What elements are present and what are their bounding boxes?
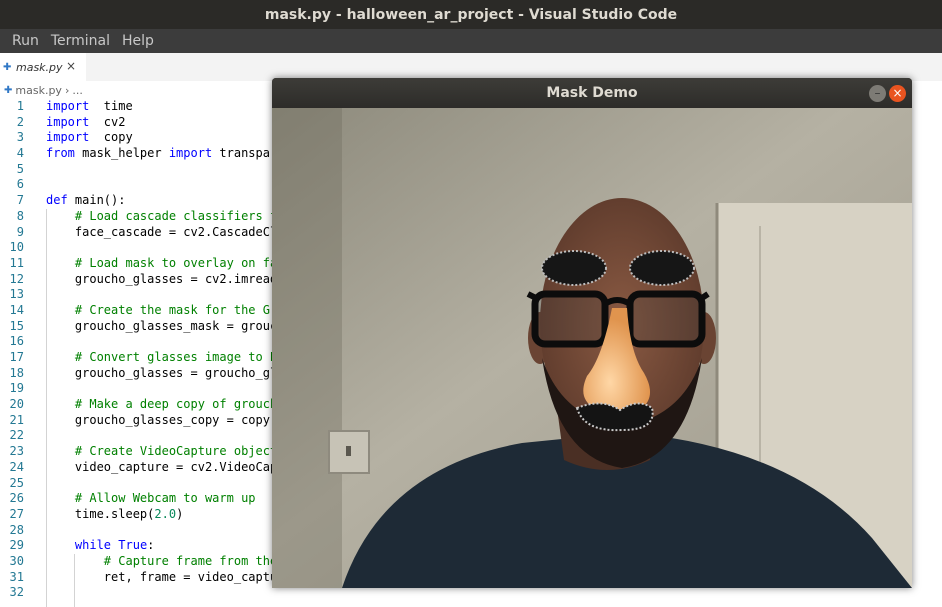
line-number: 22 — [9, 428, 24, 443]
line-number: 29 — [9, 538, 24, 553]
line-number: 6 — [16, 177, 24, 192]
line-number: 16 — [9, 334, 24, 349]
close-icon[interactable]: × — [889, 85, 906, 102]
line-number: 23 — [9, 444, 24, 459]
line-number: 9 — [16, 224, 24, 239]
line-number: 31 — [9, 569, 24, 584]
code-token: # Convert glasses image to BGR — [74, 350, 292, 364]
line-number: 12 — [9, 271, 24, 286]
line-number: 24 — [9, 459, 24, 474]
menu-run[interactable]: Run — [6, 33, 45, 49]
code-token: # Load cascade classifiers for — [74, 208, 292, 223]
line-number: 30 — [9, 553, 24, 568]
line-number: 8 — [16, 208, 24, 223]
line-number: 26 — [9, 491, 24, 506]
breadcrumb-separator: › — [64, 83, 70, 97]
code-token: main(): — [67, 193, 126, 208]
line-number: 4 — [16, 146, 24, 161]
code-token: mask_helper — [74, 146, 169, 161]
minimize-icon[interactable]: – — [869, 85, 886, 102]
indent-guide — [74, 554, 75, 607]
line-number: 13 — [9, 287, 24, 302]
breadcrumb-rest[interactable]: ... — [72, 84, 83, 97]
line-number: 25 — [9, 475, 24, 490]
python-file-icon: ✚ — [3, 61, 12, 73]
code-token: face_cascade = cv2.CascadeClas — [46, 224, 292, 239]
code-token: groucho_glasses = groucho_glas — [46, 365, 292, 380]
code-token: # Create VideoCapture object — [74, 444, 278, 459]
line-number: 21 — [9, 412, 24, 427]
code-token: True — [118, 538, 148, 553]
code-token: import — [46, 114, 90, 129]
code-token: : — [147, 538, 155, 553]
line-number: 10 — [9, 240, 24, 255]
code-token: groucho_glasses_copy = copy.de — [46, 412, 292, 427]
code-token: groucho_glasses = cv2.imread( — [46, 271, 285, 286]
code-token: import — [168, 146, 213, 161]
line-number: 2 — [16, 114, 24, 129]
line-number: 1 — [16, 99, 24, 113]
code-token: groucho_glasses_mask = groucho — [46, 318, 292, 333]
code-token: import — [46, 99, 90, 113]
line-number: 5 — [16, 161, 24, 176]
python-file-icon: ✚ — [4, 84, 13, 96]
indent-guide — [46, 209, 47, 607]
breadcrumb-file[interactable]: mask.py — [15, 84, 62, 97]
tab-strip: ✚ mask.py × — [0, 53, 942, 81]
tab-mask-py[interactable]: ✚ mask.py × — [0, 53, 86, 81]
webcam-frame — [272, 108, 912, 588]
window-titlebar: mask.py - halloween_ar_project - Visual … — [0, 0, 942, 29]
line-number: 28 — [9, 522, 24, 537]
menu-terminal[interactable]: Terminal — [45, 33, 116, 49]
code-token: time — [89, 99, 133, 113]
code-token: ret, frame = video_captur — [46, 569, 285, 584]
left-eyebrow — [541, 250, 607, 286]
menu-bar: Run Terminal Help — [0, 29, 942, 53]
code-token: def — [46, 193, 68, 208]
line-number: 11 — [9, 255, 24, 270]
code-token: cv2 — [89, 114, 126, 129]
code-token: ) — [176, 506, 184, 521]
mask-demo-titlebar[interactable]: Mask Demo – × — [272, 78, 912, 108]
close-icon[interactable]: × — [66, 59, 76, 73]
tab-label: mask.py — [16, 60, 63, 74]
menu-help[interactable]: Help — [116, 33, 160, 49]
code-token: from — [46, 146, 75, 161]
code-token: # Allow Webcam to warm up — [74, 491, 256, 506]
line-number: 17 — [9, 350, 24, 364]
code-token: 2.0 — [154, 506, 177, 521]
code-token: import — [46, 130, 90, 145]
line-number: 27 — [9, 506, 24, 521]
line-number: 18 — [9, 365, 24, 380]
line-number: 7 — [16, 193, 24, 208]
code-token: copy — [89, 130, 133, 145]
code-token: video_capture = cv2.VideoCaptu — [46, 459, 292, 474]
line-number: 3 — [16, 130, 24, 145]
line-number: 19 — [9, 381, 24, 396]
line-number: 20 — [9, 397, 24, 412]
mask-demo-title: Mask Demo — [546, 85, 638, 101]
line-number: 32 — [9, 585, 24, 600]
window-title: mask.py - halloween_ar_project - Visual … — [264, 6, 678, 23]
code-token: # Load mask to overlay on face — [74, 255, 292, 270]
line-number: 15 — [9, 318, 24, 333]
code-token: while — [74, 538, 112, 553]
line-number: 14 — [9, 302, 24, 317]
code-token: time.sleep( — [46, 506, 155, 521]
mask-demo-window[interactable]: Mask Demo – × — [272, 78, 912, 588]
right-eyebrow — [629, 250, 695, 286]
line-number-gutter: 1 2 3 4 5 6 7 8 9 10 11 12 13 14 15 16 17 18 19 20 21 22 23 24 2… — [0, 99, 30, 601]
